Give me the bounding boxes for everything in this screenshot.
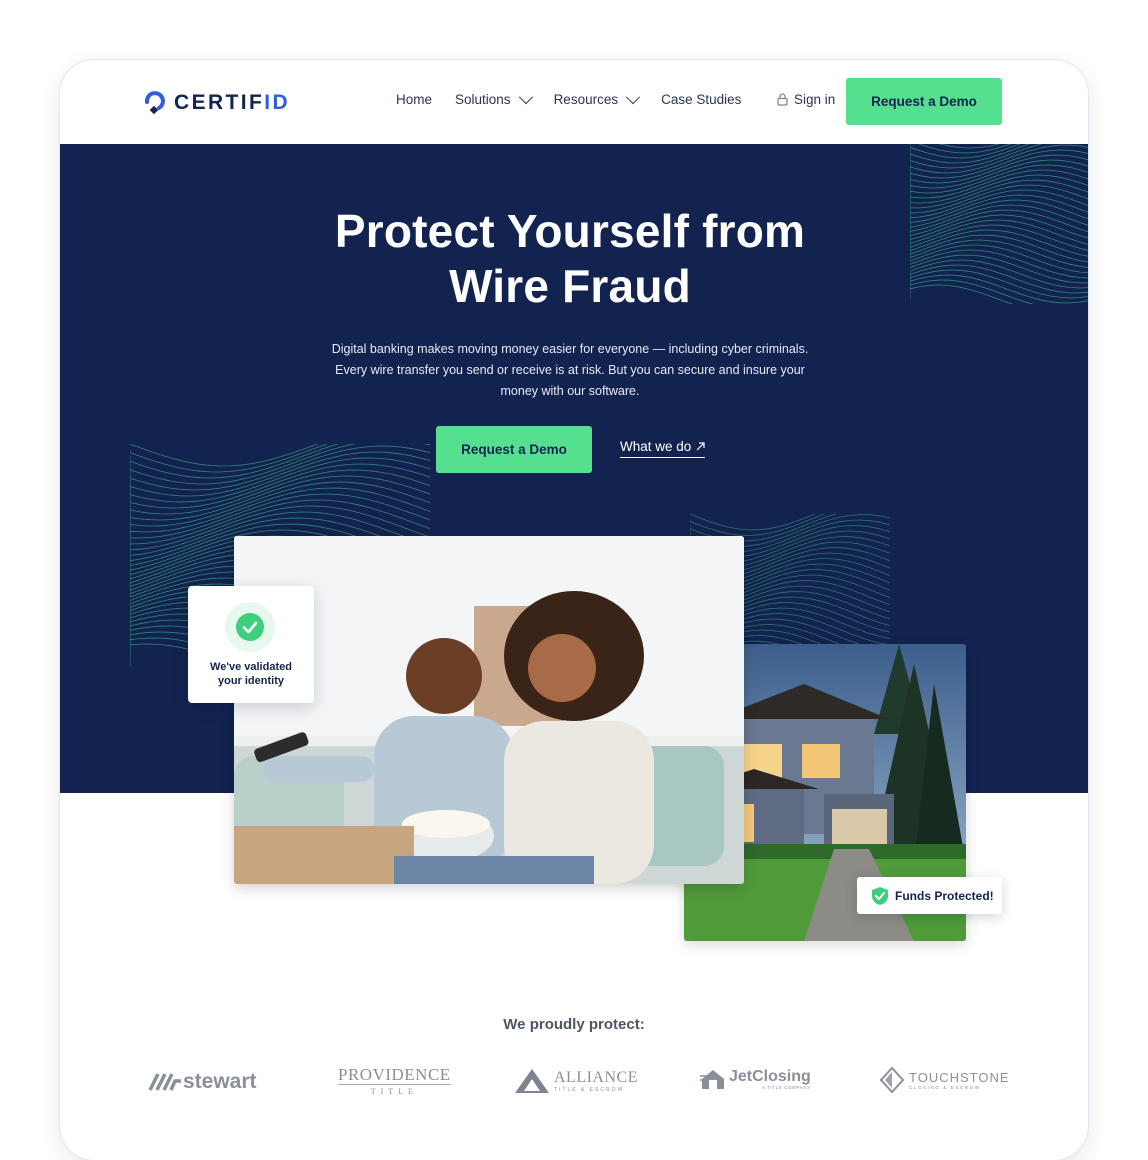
what-we-do-label: What we do	[620, 439, 692, 454]
partner-logo-providence: PROVIDENCE TITLE	[338, 1066, 451, 1096]
jetclosing-wordmark: JetClosing	[729, 1068, 811, 1085]
jetclosing-subtitle: A TITLE COMPANY	[761, 1085, 811, 1090]
chevron-down-icon	[626, 89, 641, 104]
request-demo-button-hero[interactable]: Request a Demo	[436, 426, 592, 473]
signin-link[interactable]: Sign in	[777, 92, 835, 107]
request-demo-hero-label: Request a Demo	[461, 442, 567, 457]
alliance-wordmark: ALLIANCE	[554, 1068, 638, 1086]
request-demo-label: Request a Demo	[871, 94, 977, 109]
nav-home-label: Home	[396, 92, 433, 107]
arrow-up-right-icon	[696, 442, 705, 451]
hero-subtitle-line1: Digital banking makes moving money easie…	[331, 342, 809, 356]
check-circle-icon	[225, 602, 275, 652]
providence-wordmark: PROVIDENCE	[338, 1065, 451, 1085]
stewart-stripes-icon	[148, 1073, 181, 1091]
certifid-logo-icon	[144, 91, 165, 115]
nav-solutions-label: Solutions	[455, 92, 511, 107]
touchstone-subtitle: CLOSING & ESCROW	[909, 1084, 981, 1090]
hero-subtitle: Digital banking makes moving money easie…	[305, 339, 835, 402]
partner-logo-alliance: ALLIANCE TITLE & ESCROW	[514, 1068, 638, 1094]
nav-solutions[interactable]: Solutions	[455, 89, 533, 107]
main-nav: Home Solutions Resources Case Studies	[396, 89, 764, 107]
touchstone-wordmark: TOUCHSTONE	[909, 1069, 1010, 1085]
funds-protected-label: Funds Protected!	[895, 888, 994, 903]
hero-title: Protect Yourself from Wire Fraud	[60, 204, 1080, 314]
lock-icon	[777, 93, 788, 106]
identity-validated-card: We've validated your identity	[188, 586, 314, 703]
touchstone-diamond-icon	[880, 1067, 904, 1093]
validated-text-line1: We've validated	[210, 661, 292, 673]
partner-logo-stewart: stewart	[148, 1070, 257, 1094]
stewart-wordmark: stewart	[183, 1070, 257, 1093]
jetclosing-house-icon	[700, 1070, 724, 1089]
funds-protected-badge: Funds Protected!	[857, 877, 1002, 914]
hero-subtitle-line3: money with our software.	[500, 384, 640, 398]
nav-resources[interactable]: Resources	[553, 89, 641, 107]
validated-text-line2: your identity	[217, 675, 284, 687]
shield-check-icon	[872, 886, 888, 905]
nav-home[interactable]: Home	[396, 92, 432, 107]
partner-logo-jetclosing: JetClosing A TITLE COMPANY	[700, 1067, 811, 1091]
hero-subtitle-line2: Every wire transfer you send or receive …	[335, 363, 805, 377]
hero-title-line2: Wire Fraud	[449, 260, 691, 312]
browser-frame: CERTIFID Home Solutions Resources Case S…	[60, 60, 1088, 1160]
nav-case-studies[interactable]: Case Studies	[661, 92, 741, 107]
partner-logo-touchstone: TOUCHSTONE CLOSING & ESCROW	[880, 1067, 1010, 1093]
hero-title-line1: Protect Yourself from	[334, 205, 806, 257]
chevron-down-icon	[518, 89, 533, 104]
alliance-triangle-icon	[515, 1069, 549, 1093]
signin-label: Sign in	[794, 92, 836, 107]
what-we-do-link[interactable]: What we do	[620, 439, 706, 458]
logo-wordmark: CERTIFID	[174, 91, 291, 114]
partner-logos: stewart PROVIDENCE TITLE ALLIANCE TITLE …	[60, 1064, 1088, 1104]
site-header: CERTIFID Home Solutions Resources Case S…	[60, 60, 1088, 144]
certifid-logo[interactable]: CERTIFID	[144, 90, 290, 116]
nav-case-studies-label: Case Studies	[661, 92, 742, 107]
alliance-subtitle: TITLE & ESCROW	[554, 1086, 625, 1093]
providence-subtitle: TITLE	[370, 1087, 418, 1096]
request-demo-button-header[interactable]: Request a Demo	[846, 78, 1002, 125]
partners-heading: We proudly protect:	[503, 1016, 645, 1033]
nav-resources-label: Resources	[553, 92, 619, 107]
